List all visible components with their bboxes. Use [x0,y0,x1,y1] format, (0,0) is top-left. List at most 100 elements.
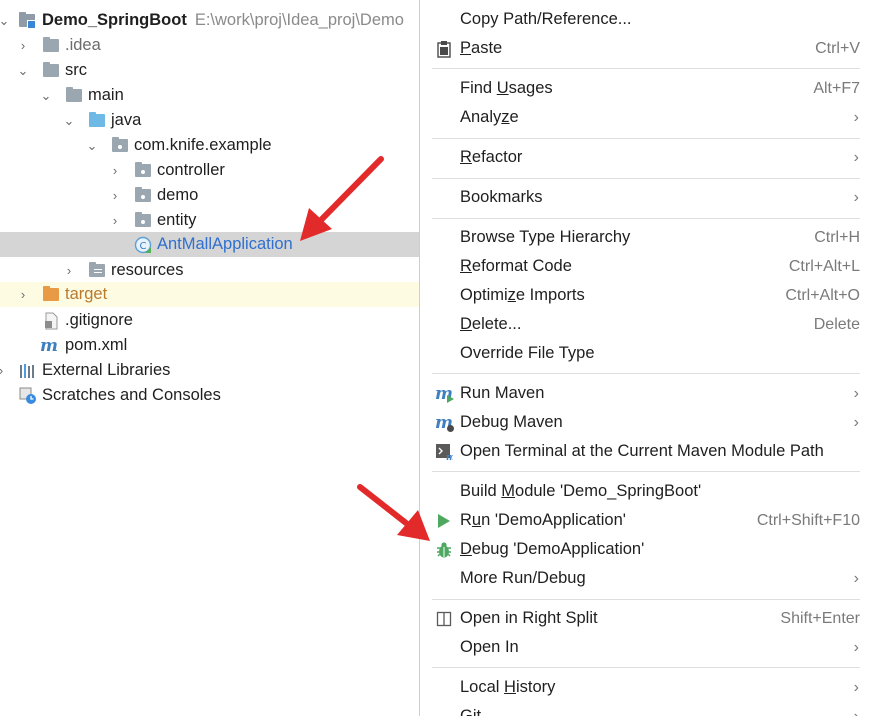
menu-item-open-terminal[interactable]: m Open Terminal at the Current Maven Mod… [420,437,876,466]
menu-separator [432,667,860,668]
chevron-right-icon[interactable]: › [109,189,121,202]
spring-class-icon: C [134,236,152,254]
scratches-icon [19,387,37,405]
gitignore-file-icon [42,312,60,330]
menu-item-more-run-debug[interactable]: More Run/Debug › [420,564,876,593]
menu-item-label: Run 'DemoApplication' [460,511,626,529]
menu-separator [432,138,860,139]
project-path: E:\work\proj\Idea_proj\Demo [194,11,404,29]
tree-node-demo[interactable]: › demo [0,183,419,208]
submenu-arrow-icon: › [853,638,859,656]
chevron-right-icon[interactable]: › [109,214,121,227]
menu-item-delete[interactable]: Delete... Delete [420,310,876,339]
menu-item-reformat[interactable]: Reformat Code Ctrl+Alt+L [420,252,876,281]
menu-item-label: Debug Maven [460,413,563,431]
context-menu: Copy Path/Reference... Paste Ctrl+V Find… [419,0,876,716]
tree-node-label: demo [157,186,199,204]
chevron-right-icon[interactable]: › [17,39,29,52]
tree-node-label: .idea [65,36,101,54]
project-name-text: Demo_SpringBoot [42,11,187,29]
tree-node-project-root[interactable]: ⌄ Demo_SpringBoot E:\work\proj\Idea_proj\… [0,8,419,33]
tree-node-label: target [65,285,108,303]
shortcut-text: Delete [813,315,860,333]
submenu-arrow-icon: › [853,148,859,166]
tree-node-package[interactable]: ⌄ com.knife.example [0,133,419,158]
tree-node-idea[interactable]: › .idea [0,33,419,58]
tree-node-app-class[interactable]: C AntMallApplication [0,232,419,257]
chevron-down-icon[interactable]: ⌄ [17,64,29,77]
tree-node-gitignore[interactable]: .gitignore [0,308,419,333]
shortcut-text: Shift+Enter [780,609,860,627]
tree-node-src[interactable]: ⌄ src [0,58,419,83]
chevron-down-icon[interactable]: ⌄ [0,14,10,27]
chevron-down-icon[interactable]: ⌄ [40,89,52,102]
menu-separator [432,599,860,600]
tree-node-label: src [65,61,87,79]
menu-item-run-maven[interactable]: m Run Maven › [420,379,876,408]
menu-item-label: Open in Right Split [460,609,598,627]
menu-item-label: Refactor [460,148,523,166]
menu-item-browse-hierarchy[interactable]: Browse Type Hierarchy Ctrl+H [420,223,876,252]
maven-run-icon: m [435,383,454,404]
menu-item-label: Debug 'DemoApplication' [460,540,645,558]
chevron-right-icon[interactable]: › [0,364,7,377]
chevron-down-icon[interactable]: ⌄ [86,139,98,152]
menu-item-refactor[interactable]: Refactor › [420,143,876,172]
menu-item-label: Open In [460,638,519,656]
source-folder-icon [88,112,106,130]
menu-item-run-app[interactable]: Run 'DemoApplication' Ctrl+Shift+F10 [420,506,876,535]
menu-separator [432,373,860,374]
menu-item-local-history[interactable]: Local History › [420,673,876,702]
folder-icon [65,87,83,105]
submenu-arrow-icon: › [853,707,859,716]
menu-item-paste[interactable]: Paste Ctrl+V [420,34,876,63]
menu-item-debug-app[interactable]: Debug 'DemoApplication' [420,535,876,564]
chevron-right-icon[interactable]: › [63,264,75,277]
package-icon [134,212,152,230]
shortcut-text: Ctrl+H [814,228,860,246]
menu-separator [432,218,860,219]
menu-item-label: Build Module 'Demo_SpringBoot' [460,482,702,500]
excluded-folder-icon [42,286,60,304]
tree-node-pom[interactable]: m pom.xml [0,333,419,358]
menu-item-build-module[interactable]: Build Module 'Demo_SpringBoot' [420,477,876,506]
menu-item-label: Git [460,707,482,716]
menu-item-label: Run Maven [460,384,545,402]
tree-node-label: .gitignore [65,311,133,329]
menu-item-debug-maven[interactable]: m Debug Maven › [420,408,876,437]
clipboard-icon [434,39,454,59]
menu-item-bookmarks[interactable]: Bookmarks › [420,183,876,212]
chevron-down-icon[interactable]: ⌄ [63,114,75,127]
menu-item-label: Bookmarks [460,188,543,206]
tree-node-target[interactable]: › target [0,282,419,307]
menu-item-label: Local History [460,678,556,696]
menu-item-analyze[interactable]: Analyze › [420,103,876,132]
menu-item-copy-path[interactable]: Copy Path/Reference... [420,5,876,34]
tree-node-label: entity [157,211,197,229]
bug-icon [434,540,454,560]
submenu-arrow-icon: › [853,384,859,402]
tree-node-label: Scratches and Consoles [42,386,221,404]
tree-node-main[interactable]: ⌄ main [0,83,419,108]
resources-folder-icon [88,262,106,280]
menu-item-override-file-type[interactable]: Override File Type [420,339,876,368]
tree-node-label: java [111,111,142,129]
chevron-right-icon[interactable]: › [17,288,29,301]
tree-node-java[interactable]: ⌄ java [0,108,419,133]
menu-item-git[interactable]: Git › [420,702,876,716]
maven-debug-icon: m [435,412,454,433]
menu-item-optimize-imports[interactable]: Optimize Imports Ctrl+Alt+O [420,281,876,310]
chevron-right-icon[interactable]: › [109,164,121,177]
menu-separator [432,178,860,179]
menu-item-open-in[interactable]: Open In › [420,633,876,662]
menu-item-open-right-split[interactable]: Open in Right Split Shift+Enter [420,604,876,633]
tree-node-external-libraries[interactable]: › External Libraries [0,358,419,383]
menu-item-find-usages[interactable]: Find Usages Alt+F7 [420,74,876,103]
submenu-arrow-icon: › [853,678,859,696]
tree-node-entity[interactable]: › entity [0,208,419,233]
tree-node-scratches[interactable]: Scratches and Consoles [0,383,419,408]
tree-node-resources[interactable]: › resources [0,258,419,283]
shortcut-text: Ctrl+V [815,39,860,57]
tree-node-controller[interactable]: › controller [0,158,419,183]
shortcut-text: Ctrl+Alt+L [788,257,860,275]
